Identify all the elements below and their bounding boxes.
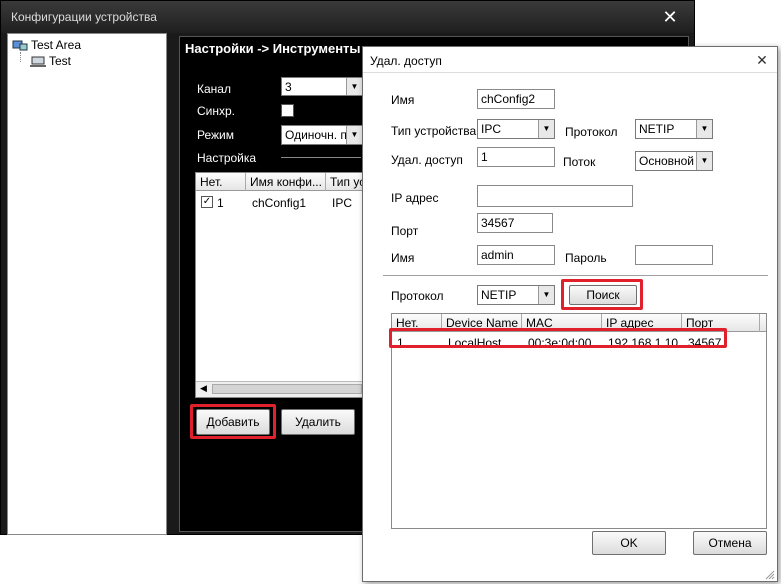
- row-type: IPC: [332, 196, 353, 210]
- tree-connector: [20, 52, 21, 62]
- remote-access-dialog: Удал. доступ ✕ Имя chConfig2 Тип устройс…: [362, 46, 778, 582]
- highlight-box-add: [190, 404, 276, 439]
- protocol-label: Протокол: [565, 125, 618, 139]
- search-protocol-label: Протокол: [391, 289, 444, 303]
- device-tree: Test Area Test: [7, 33, 167, 535]
- col-header-name[interactable]: Имя конфи...: [246, 173, 326, 191]
- search-protocol-value: NETIP: [481, 288, 517, 302]
- scrollbar-thumb[interactable]: [212, 384, 362, 394]
- channel-value: 3: [285, 80, 292, 94]
- scroll-left-icon[interactable]: ◀: [200, 383, 207, 394]
- setup-label: Настройка: [197, 151, 257, 165]
- section-divider: [383, 275, 768, 277]
- chevron-down-icon: ▼: [346, 78, 362, 95]
- name-input[interactable]: chConfig2: [477, 89, 555, 109]
- user-input[interactable]: admin: [477, 245, 555, 265]
- row-num: 1: [217, 196, 224, 210]
- device-type-label: Тип устройства: [391, 124, 477, 138]
- ok-button[interactable]: OK: [592, 531, 666, 555]
- remote-label: Удал. доступ: [391, 153, 463, 167]
- channel-select[interactable]: 3 ▼: [281, 77, 363, 96]
- highlight-box-search: [561, 279, 643, 310]
- close-icon[interactable]: ✕: [660, 7, 680, 27]
- stream-select[interactable]: Основной г ▼: [635, 151, 713, 171]
- chevron-down-icon: ▼: [696, 152, 712, 170]
- mode-label: Режим: [197, 128, 234, 142]
- delete-button[interactable]: Удалить: [281, 409, 355, 435]
- user-label: Имя: [391, 251, 415, 265]
- stream-value: Основной г: [639, 154, 702, 168]
- tree-child-label: Test: [49, 54, 72, 68]
- ip-label: IP адрес: [391, 191, 439, 205]
- chevron-down-icon: ▼: [696, 120, 712, 138]
- highlight-box-result-row: [389, 328, 727, 348]
- sync-checkbox[interactable]: [281, 104, 294, 117]
- ip-input[interactable]: [477, 185, 633, 207]
- col-header-num[interactable]: Нет.: [196, 173, 246, 191]
- horizontal-scrollbar[interactable]: ◀: [196, 381, 374, 397]
- device-type-value: IPC: [481, 122, 502, 136]
- tree-root-label: Test Area: [31, 38, 82, 52]
- search-protocol-select[interactable]: NETIP ▼: [477, 285, 555, 305]
- port-label: Порт: [391, 224, 419, 238]
- resize-grip-icon[interactable]: [765, 569, 775, 580]
- setup-divider: [281, 157, 361, 158]
- password-input[interactable]: [635, 245, 713, 265]
- computer-icon: [30, 56, 46, 68]
- dialog-title: Удал. доступ: [363, 47, 777, 73]
- main-window-title: Конфигурации устройства: [1, 1, 694, 33]
- table-header: Нет. Имя конфи... Тип усг: [196, 173, 376, 191]
- stream-label: Поток: [563, 155, 596, 169]
- chevron-down-icon: ▼: [538, 286, 554, 304]
- sync-label: Синхр.: [197, 104, 236, 118]
- tree-item-test-area[interactable]: Test Area: [12, 38, 81, 52]
- remote-input[interactable]: 1: [477, 147, 555, 167]
- config-table: Нет. Имя конфи... Тип усг ✓ 1 chConfig1 …: [195, 172, 376, 398]
- close-icon[interactable]: ✕: [753, 51, 771, 69]
- chevron-down-icon: ▼: [538, 120, 554, 138]
- cancel-button[interactable]: Отмена: [693, 531, 767, 555]
- network-icon: [12, 40, 28, 52]
- table-row[interactable]: ✓ 1 chConfig1 IPC: [196, 193, 376, 211]
- chevron-down-icon: ▼: [346, 126, 362, 144]
- channel-label: Канал: [197, 82, 231, 96]
- port-input[interactable]: 34567: [477, 213, 553, 233]
- protocol-select[interactable]: NETIP ▼: [635, 119, 713, 139]
- password-label: Пароль: [565, 251, 607, 265]
- protocol-value: NETIP: [639, 122, 675, 136]
- name-label: Имя: [391, 93, 415, 107]
- device-type-select[interactable]: IPC ▼: [477, 119, 555, 139]
- tree-item-test[interactable]: Test: [30, 54, 71, 68]
- mode-select[interactable]: Одиночн. под ▼: [281, 125, 363, 145]
- row-name: chConfig1: [252, 196, 307, 210]
- row-checkbox-checked[interactable]: ✓: [201, 196, 213, 208]
- settings-title: Настройки -> Инструменты: [185, 41, 361, 56]
